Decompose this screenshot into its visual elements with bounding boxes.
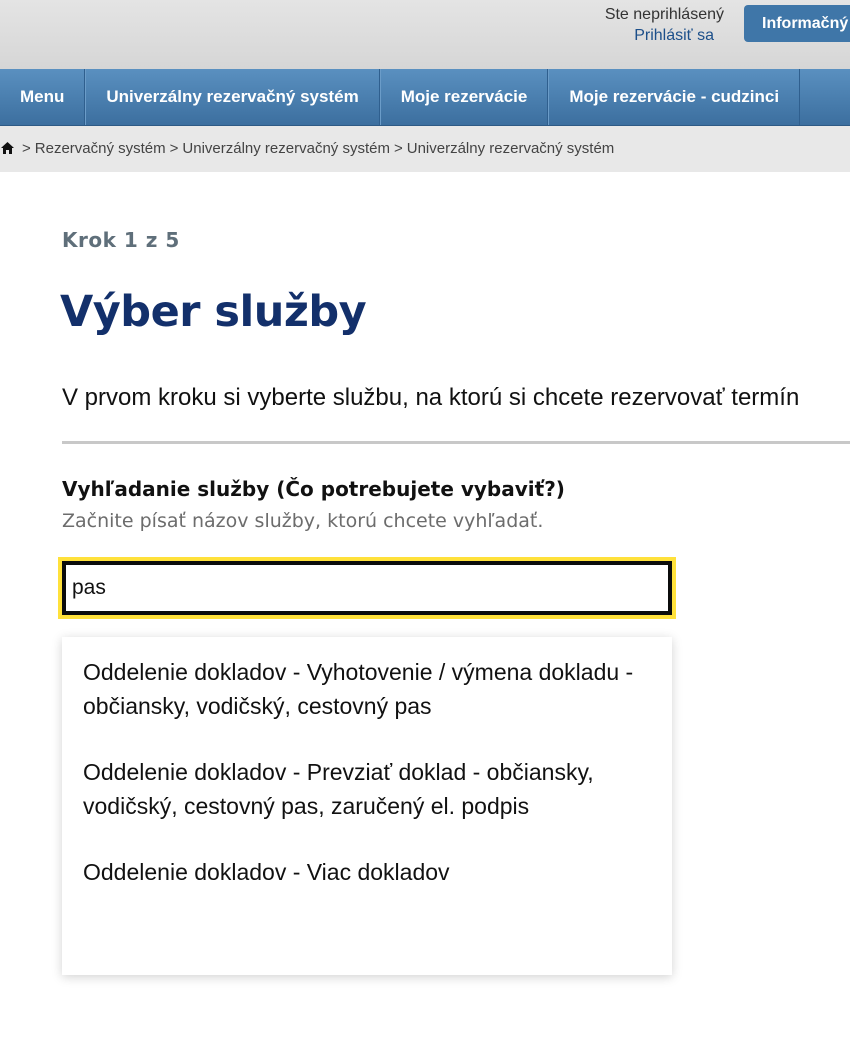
suggestion-item[interactable]: Oddelenie dokladov - Vyhotovenie / výmen… [62, 637, 672, 723]
main-nav: Menu Univerzálny rezervačný systém Moje … [0, 69, 850, 126]
top-header: ' Ste neprihlásený Prihlásiť sa Informač… [0, 0, 850, 69]
home-icon[interactable] [1, 126, 14, 172]
login-status-text: Ste neprihlásený [604, 6, 724, 23]
nav-item-my-reservations-foreigners[interactable]: Moje rezervácie - cudzinci [548, 69, 801, 125]
breadcrumb-separator: > [393, 140, 403, 157]
step-indicator: Krok 1 z 5 [62, 228, 180, 252]
suggestion-item[interactable]: Oddelenie dokladov - Prevziať doklad - o… [62, 737, 672, 823]
search-suggestions: Oddelenie dokladov - Vyhotovenie / výmen… [62, 637, 672, 975]
search-label: Vyhľadanie služby (Čo potrebujete vybavi… [62, 477, 565, 501]
service-search-input[interactable] [62, 561, 672, 615]
login-link[interactable]: Prihlásiť sa [524, 25, 724, 47]
suggestion-item[interactable]: Oddelenie dokladov - Viac dokladov [62, 837, 672, 889]
breadcrumb-separator: > [169, 140, 179, 157]
page-title: Výber služby [60, 287, 367, 337]
breadcrumb-current: Univerzálny rezervačný systém [406, 140, 615, 157]
divider [62, 441, 850, 444]
header-logo-fragment: ' [24, 0, 30, 3]
search-focus-ring [58, 557, 676, 619]
login-status: Ste neprihlásený Prihlásiť sa [524, 5, 724, 47]
breadcrumb-item[interactable]: Univerzálny rezervačný systém [182, 140, 390, 157]
intro-text: V prvom kroku si vyberte službu, na ktor… [62, 384, 800, 411]
search-hint: Začnite písať názov služby, ktorú chcete… [62, 510, 544, 532]
breadcrumb-item[interactable]: Rezervačný systém [35, 140, 166, 157]
breadcrumb-separator: > [22, 140, 31, 157]
breadcrumb: > Rezervačný systém > Univerzálny rezervačn… [0, 126, 850, 172]
nav-item-menu[interactable]: Menu [0, 69, 86, 125]
nav-item-universal-reservation[interactable]: Univerzálny rezervačný systém [85, 69, 380, 125]
info-button[interactable]: Informačný [744, 5, 850, 42]
nav-item-my-reservations[interactable]: Moje rezervácie [379, 69, 549, 125]
